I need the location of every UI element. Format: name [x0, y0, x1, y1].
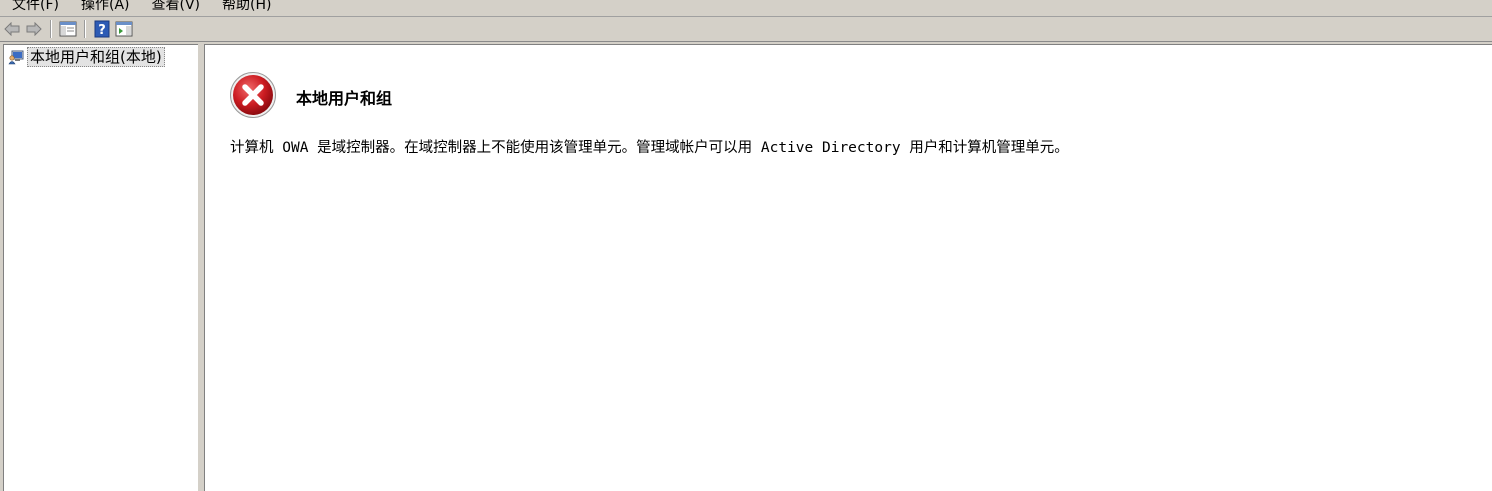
error-icon: [230, 72, 276, 118]
show-hide-action-pane-button[interactable]: [114, 19, 134, 39]
menu-bar: 文件(F) 操作(A) 查看(V) 帮助(H): [0, 0, 1492, 17]
forward-button[interactable]: [24, 19, 44, 39]
show-hide-action-pane-icon: [115, 21, 133, 37]
error-title: 本地用户和组: [296, 89, 393, 108]
menu-action[interactable]: 操作(A): [69, 0, 140, 14]
back-button[interactable]: [2, 19, 22, 39]
users-computer-icon: [8, 50, 24, 65]
back-arrow-icon: [4, 22, 20, 36]
help-icon: ?: [94, 20, 110, 38]
svg-text:?: ?: [98, 23, 106, 38]
help-button[interactable]: ?: [92, 19, 112, 39]
tree-node-label[interactable]: 本地用户和组(本地): [27, 47, 165, 67]
mmc-window: 文件(F) 操作(A) 查看(V) 帮助(H) ? 本地用户和组(本地) 本地用…: [0, 0, 1492, 491]
menu-help[interactable]: 帮助(H): [210, 0, 281, 14]
menu-file[interactable]: 文件(F): [0, 0, 69, 14]
toolbar-separator: [84, 20, 86, 38]
console-tree: 本地用户和组(本地): [3, 44, 199, 491]
toolbar: ?: [0, 17, 1492, 42]
error-message: 计算机 OWA 是域控制器。在域控制器上不能使用该管理单元。管理域帐户可以用 A…: [230, 140, 1069, 156]
forward-arrow-icon: [26, 22, 42, 36]
show-hide-console-tree-icon: [59, 21, 77, 37]
menu-view[interactable]: 查看(V): [140, 0, 211, 14]
tree-node-local-users-groups[interactable]: 本地用户和组(本地): [8, 47, 165, 67]
result-pane: 本地用户和组 计算机 OWA 是域控制器。在域控制器上不能使用该管理单元。管理域…: [204, 44, 1492, 491]
toolbar-separator: [50, 20, 52, 38]
show-hide-console-tree-button[interactable]: [58, 19, 78, 39]
